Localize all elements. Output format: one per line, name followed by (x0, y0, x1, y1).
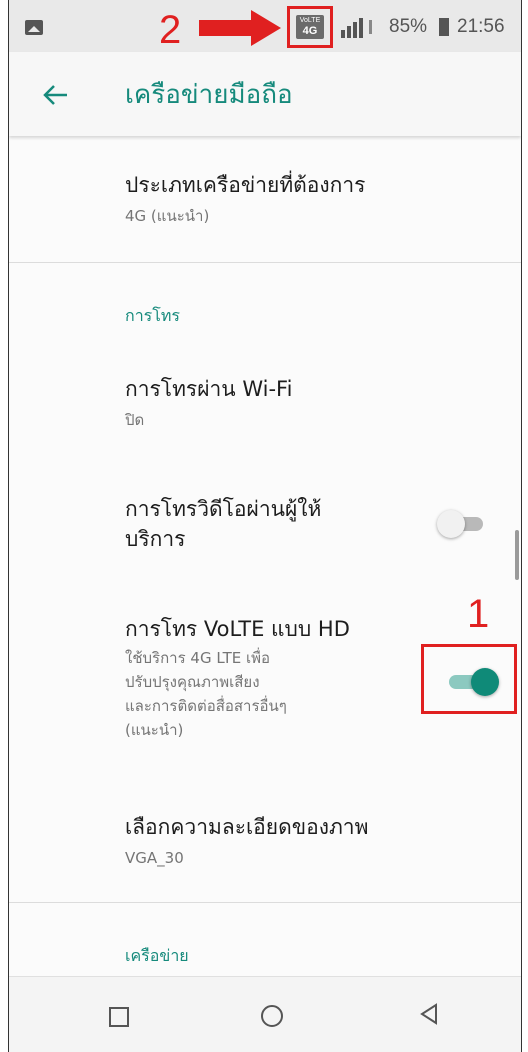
volte-hd-summary-line1: ใช้บริการ 4G LTE เพื่อ (125, 649, 271, 667)
volte-hd-summary-line3: และการติดต่อสื่อสารอื่นๆ (125, 697, 287, 715)
arrow-back-icon[interactable] (41, 80, 71, 110)
preferred-network-title: ประเภทเครือข่ายที่ต้องการ (125, 173, 366, 197)
preferred-network-item[interactable]: ประเภทเครือข่ายที่ต้องการ 4G (แนะนำ) (125, 170, 455, 228)
toggle-thumb (437, 510, 465, 538)
battery-icon (439, 18, 449, 36)
volte-hd-summary: ใช้บริการ 4G LTE เพื่อ ปรับปรุงคุณภาพเสี… (125, 646, 415, 742)
volte-hd-title: การโทร VoLTE แบบ HD (125, 617, 350, 641)
divider (9, 902, 521, 903)
video-calling-title-line2: บริการ (125, 527, 186, 551)
volte-status-icon: VoLTE 4G (296, 15, 324, 39)
volte-badge-top: VoLTE (299, 17, 321, 24)
volte-hd-toggle[interactable] (445, 668, 499, 696)
annotation-label-1: 1 (467, 592, 490, 636)
volte-hd-item[interactable]: การโทร VoLTE แบบ HD ใช้บริการ 4G LTE เพื… (125, 614, 415, 742)
annotation-arrow-icon (199, 10, 281, 46)
wifi-calling-summary: ปิด (125, 411, 145, 429)
volte-badge-bottom: 4G (302, 25, 318, 37)
status-bar: 2 VoLTE 4G 85% 21:56 (9, 0, 521, 52)
navigation-bar (9, 976, 521, 1052)
back-triangle-icon[interactable] (419, 1003, 439, 1025)
scrollbar[interactable] (515, 530, 519, 580)
page-title: เครือข่ายมือถือ (125, 80, 293, 110)
video-calling-toggle[interactable] (437, 510, 491, 538)
resolution-title: เลือกความละเอียดของภาพ (125, 815, 369, 839)
app-bar: เครือข่ายมือถือ (9, 52, 521, 136)
wifi-calling-title: การโทรผ่าน Wi-Fi (125, 377, 293, 401)
status-time: 21:56 (457, 16, 505, 37)
annotation-box-volte: VoLTE 4G (287, 6, 333, 48)
divider (9, 262, 521, 263)
signal-icon (341, 18, 372, 38)
recent-apps-icon[interactable] (109, 1007, 129, 1027)
section-header-calling: การโทร (125, 306, 180, 325)
toggle-thumb (471, 668, 499, 696)
video-calling-title-line1: การโทรวิดีโอผ่านผู้ให้ (125, 497, 322, 521)
volte-hd-summary-line4: (แนะนำ) (125, 721, 184, 739)
battery-percent: 85% (389, 16, 428, 37)
resolution-item[interactable]: เลือกความละเอียดของภาพ VGA_30 (125, 812, 455, 870)
phone-screen: 2 VoLTE 4G 85% 21:56 เครือข่ายมือถือ ประ… (8, 0, 522, 1052)
video-calling-item[interactable]: การโทรวิดีโอผ่านผู้ให้ บริการ (125, 494, 425, 554)
photo-icon (25, 20, 43, 35)
wifi-calling-item[interactable]: การโทรผ่าน Wi-Fi ปิด (125, 374, 455, 432)
volte-hd-summary-line2: ปรับปรุงคุณภาพเสียง (125, 673, 260, 691)
home-icon[interactable] (261, 1005, 283, 1027)
annotation-label-2: 2 (159, 8, 182, 52)
resolution-summary: VGA_30 (125, 849, 184, 867)
section-header-network: เครือข่าย (125, 946, 189, 965)
preferred-network-summary: 4G (แนะนำ) (125, 207, 210, 225)
